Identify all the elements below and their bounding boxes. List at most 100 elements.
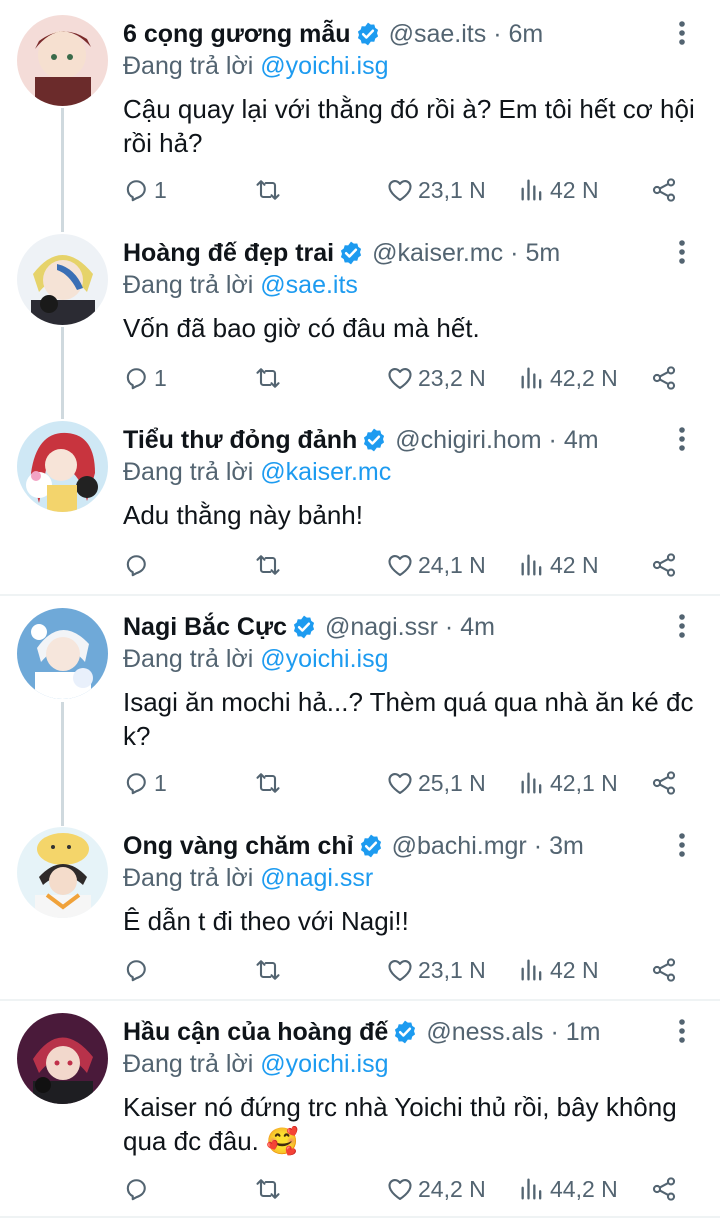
heart-icon [388, 772, 412, 794]
like-button[interactable]: 23,2 N [386, 363, 486, 393]
user-handle[interactable]: @sae.its [389, 20, 487, 49]
timestamp[interactable]: 5m [525, 239, 560, 268]
more-options-icon[interactable] [672, 611, 692, 641]
more-options-icon[interactable] [672, 1016, 692, 1046]
more-options-icon[interactable] [672, 18, 692, 48]
views-button[interactable]: 42,2 N [518, 363, 618, 393]
display-name[interactable]: Tiểu thư đỏng đảnh [123, 426, 357, 455]
tweet-text: Adu thằng này bảnh! [123, 500, 363, 530]
retweet-icon [256, 555, 280, 575]
reply-button[interactable] [122, 550, 154, 580]
views-button[interactable]: 44,2 N [518, 1174, 618, 1204]
tweet-divider [0, 999, 720, 1001]
retweet-icon [256, 773, 280, 793]
replying-to: Đang trả lời @yoichi.isg [123, 1050, 389, 1079]
retweet-button[interactable] [254, 955, 282, 985]
avatar-chigiri[interactable] [17, 421, 108, 512]
replying-to-mention[interactable]: @nagi.ssr [260, 864, 373, 892]
retweet-icon [256, 1179, 280, 1199]
views-button[interactable]: 42 N [518, 175, 599, 205]
timestamp[interactable]: 6m [509, 20, 544, 49]
thread-line [61, 108, 64, 232]
avatar-bachira[interactable] [17, 827, 108, 918]
views-button[interactable]: 42 N [518, 550, 599, 580]
verified-badge-icon [357, 22, 378, 46]
verified-badge-icon [364, 428, 385, 452]
timestamp[interactable]: 1m [566, 1018, 601, 1047]
reply-button[interactable]: 1 [122, 175, 167, 205]
tweet-header: Hầu cận của hoàng đế @ness.als · 1m [123, 1014, 670, 1050]
views-chart-icon [521, 772, 542, 794]
avatar-sae[interactable] [17, 15, 108, 106]
share-icon[interactable] [650, 363, 678, 393]
timestamp[interactable]: 4m [564, 426, 599, 455]
more-options-icon[interactable] [672, 424, 692, 454]
share-icon[interactable] [650, 550, 678, 580]
thread-line [61, 327, 64, 419]
tweet-header: Nagi Bắc Cực @nagi.ssr · 4m [123, 609, 670, 645]
reply-icon [126, 1179, 146, 1201]
replying-to: Đang trả lời @kaiser.mc [123, 458, 391, 487]
retweet-icon [256, 368, 280, 388]
tweet-header: Tiểu thư đỏng đảnh @chigiri.hom · 4m [123, 422, 670, 458]
share-icon[interactable] [650, 1174, 678, 1204]
tweet-header: Ong vàng chăm chỉ @bachi.mgr · 3m [123, 828, 670, 864]
view-count: 44,2 N [550, 1175, 618, 1202]
reply-count: 1 [154, 769, 167, 796]
avatar-ness[interactable] [17, 1013, 108, 1104]
reply-button[interactable] [122, 1174, 154, 1204]
like-button[interactable]: 25,1 N [386, 768, 486, 798]
reply-button[interactable]: 1 [122, 363, 167, 393]
avatar-kaiser[interactable] [17, 234, 108, 325]
display-name[interactable]: Hoàng đế đẹp trai [123, 239, 334, 268]
display-name[interactable]: Hầu cận của hoàng đế [123, 1018, 388, 1047]
reply-icon [126, 960, 146, 982]
user-handle[interactable]: @nagi.ssr [325, 613, 438, 642]
replying-to-mention[interactable]: @sae.its [260, 271, 358, 299]
retweet-button[interactable] [254, 175, 282, 205]
reply-button[interactable]: 1 [122, 768, 167, 798]
retweet-button[interactable] [254, 363, 282, 393]
share-icon[interactable] [650, 175, 678, 205]
retweet-button[interactable] [254, 768, 282, 798]
timestamp[interactable]: 4m [460, 613, 495, 642]
separator-dot: · [444, 612, 454, 641]
replying-to: Đang trả lời @yoichi.isg [123, 645, 389, 674]
user-handle[interactable]: @kaiser.mc [372, 239, 503, 268]
replying-to-mention[interactable]: @kaiser.mc [260, 458, 391, 486]
verified-badge-icon [293, 615, 315, 639]
verified-badge-icon [341, 241, 362, 265]
replying-to-mention[interactable]: @yoichi.isg [260, 645, 388, 673]
user-handle[interactable]: @bachi.mgr [392, 832, 527, 861]
more-options-icon[interactable] [672, 237, 692, 267]
replying-to-mention[interactable]: @yoichi.isg [260, 52, 388, 80]
tweet-text: Cậu quay lại với thằng đó rồi à? Em tôi … [123, 94, 695, 158]
retweet-button[interactable] [254, 550, 282, 580]
display-name[interactable]: Ong vàng chăm chỉ [123, 832, 354, 861]
separator-dot: · [550, 1017, 559, 1046]
retweet-icon [256, 960, 280, 980]
heart-icon [388, 1178, 412, 1200]
views-button[interactable]: 42 N [518, 955, 599, 985]
avatar-nagi[interactable] [17, 608, 108, 699]
more-options-icon[interactable] [672, 830, 692, 860]
views-button[interactable]: 42,1 N [518, 768, 618, 798]
like-button[interactable]: 24,2 N [386, 1174, 486, 1204]
user-handle[interactable]: @chigiri.hom [395, 426, 541, 455]
verified-badge-icon [395, 1020, 416, 1044]
share-icon[interactable] [650, 768, 678, 798]
like-button[interactable]: 24,1 N [386, 550, 486, 580]
reply-count: 1 [154, 176, 167, 203]
display-name[interactable]: 6 cọng gương mẫu [123, 20, 351, 49]
like-button[interactable]: 23,1 N [386, 175, 486, 205]
retweet-button[interactable] [254, 1174, 282, 1204]
tweet-text: Isagi ăn mochi hả...? Thèm quá qua nhà ă… [123, 687, 694, 751]
share-icon[interactable] [650, 955, 678, 985]
replying-to-mention[interactable]: @yoichi.isg [260, 1050, 388, 1078]
user-handle[interactable]: @ness.als [426, 1018, 543, 1047]
timestamp[interactable]: 3m [549, 832, 584, 861]
like-button[interactable]: 23,1 N [386, 955, 486, 985]
view-count: 42,2 N [550, 364, 618, 391]
display-name[interactable]: Nagi Bắc Cực [123, 613, 287, 642]
reply-button[interactable] [122, 955, 154, 985]
